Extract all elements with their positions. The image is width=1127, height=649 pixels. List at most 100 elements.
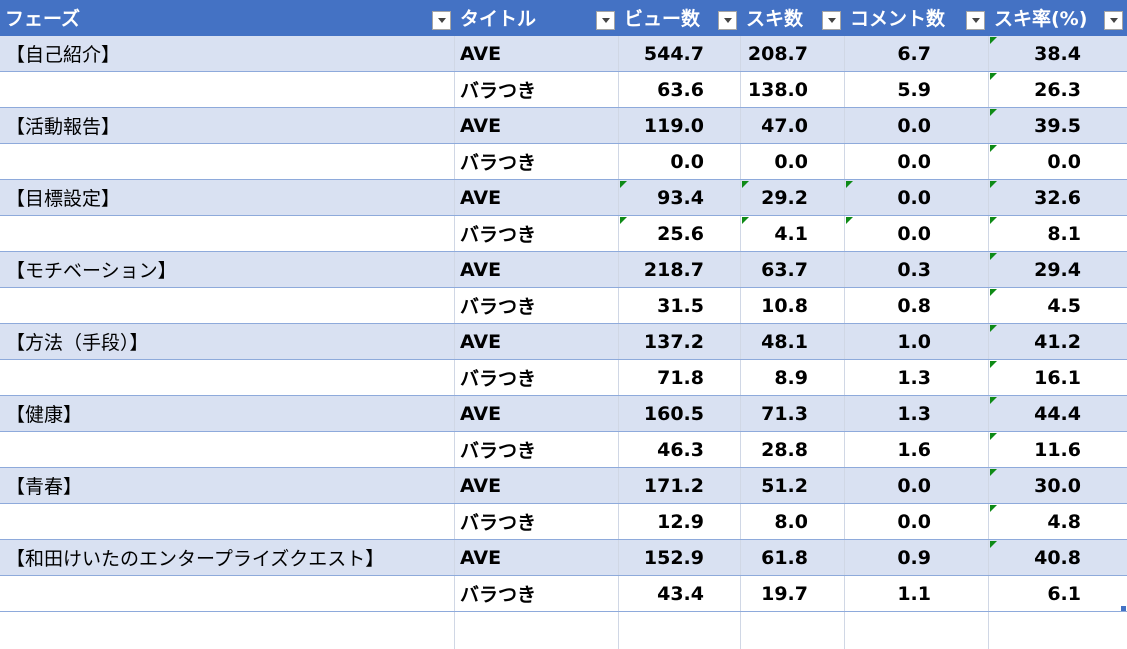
filter-dropdown-icon[interactable] [966, 11, 985, 30]
like-rate-cell[interactable]: 8.1 [989, 216, 1127, 251]
likes-cell[interactable]: 4.1 [741, 216, 845, 251]
title-cell[interactable]: バラつき [455, 576, 619, 611]
title-cell[interactable]: AVE [455, 36, 619, 71]
like-rate-cell[interactable]: 16.1 [989, 360, 1127, 395]
title-cell[interactable]: AVE [455, 252, 619, 287]
phase-cell[interactable]: 【活動報告】 [0, 108, 455, 143]
likes-cell[interactable]: 71.3 [741, 396, 845, 431]
phase-cell[interactable] [0, 72, 455, 107]
likes-cell[interactable]: 208.7 [741, 36, 845, 71]
views-cell[interactable]: 152.9 [619, 540, 741, 575]
header-phase[interactable]: フェーズ [0, 0, 455, 35]
filter-dropdown-icon[interactable] [822, 11, 841, 30]
comments-cell[interactable]: 0.0 [845, 180, 989, 215]
filter-dropdown-icon[interactable] [596, 11, 615, 30]
phase-cell[interactable]: 【健康】 [0, 396, 455, 431]
like-rate-cell[interactable]: 29.4 [989, 252, 1127, 287]
views-cell[interactable]: 46.3 [619, 432, 741, 467]
views-cell[interactable]: 63.6 [619, 72, 741, 107]
like-rate-cell[interactable]: 30.0 [989, 468, 1127, 503]
like-rate-cell[interactable]: 0.0 [989, 144, 1127, 179]
empty-cell[interactable] [845, 612, 989, 649]
header-comments[interactable]: コメント数 [845, 0, 989, 35]
filter-dropdown-icon[interactable] [432, 11, 451, 30]
comments-cell[interactable]: 0.0 [845, 216, 989, 251]
views-cell[interactable]: 12.9 [619, 504, 741, 539]
comments-cell[interactable]: 0.0 [845, 468, 989, 503]
header-like-rate[interactable]: スキ率(%) [989, 0, 1127, 35]
like-rate-cell[interactable]: 38.4 [989, 36, 1127, 71]
title-cell[interactable]: バラつき [455, 432, 619, 467]
phase-cell[interactable]: 【和田けいたのエンタープライズクエスト】 [0, 540, 455, 575]
comments-cell[interactable]: 0.0 [845, 108, 989, 143]
phase-cell[interactable] [0, 360, 455, 395]
filter-dropdown-icon[interactable] [718, 11, 737, 30]
title-cell[interactable]: バラつき [455, 144, 619, 179]
phase-cell[interactable] [0, 288, 455, 323]
phase-cell[interactable]: 【方法（手段）】 [0, 324, 455, 359]
comments-cell[interactable]: 5.9 [845, 72, 989, 107]
like-rate-cell[interactable]: 26.3 [989, 72, 1127, 107]
phase-cell[interactable] [0, 504, 455, 539]
like-rate-cell[interactable]: 4.5 [989, 288, 1127, 323]
title-cell[interactable]: AVE [455, 180, 619, 215]
empty-cell[interactable] [0, 612, 455, 649]
comments-cell[interactable]: 1.1 [845, 576, 989, 611]
comments-cell[interactable]: 1.0 [845, 324, 989, 359]
phase-cell[interactable]: 【青春】 [0, 468, 455, 503]
empty-cell[interactable] [989, 612, 1127, 649]
views-cell[interactable]: 25.6 [619, 216, 741, 251]
comments-cell[interactable]: 0.0 [845, 504, 989, 539]
views-cell[interactable]: 93.4 [619, 180, 741, 215]
phase-cell[interactable]: 【自己紹介】 [0, 36, 455, 71]
comments-cell[interactable]: 6.7 [845, 36, 989, 71]
likes-cell[interactable]: 48.1 [741, 324, 845, 359]
title-cell[interactable]: バラつき [455, 504, 619, 539]
phase-cell[interactable]: 【モチベーション】 [0, 252, 455, 287]
likes-cell[interactable]: 10.8 [741, 288, 845, 323]
comments-cell[interactable]: 1.6 [845, 432, 989, 467]
like-rate-cell[interactable]: 11.6 [989, 432, 1127, 467]
views-cell[interactable]: 171.2 [619, 468, 741, 503]
comments-cell[interactable]: 1.3 [845, 360, 989, 395]
title-cell[interactable]: AVE [455, 324, 619, 359]
like-rate-cell[interactable]: 39.5 [989, 108, 1127, 143]
views-cell[interactable]: 119.0 [619, 108, 741, 143]
comments-cell[interactable]: 0.8 [845, 288, 989, 323]
phase-cell[interactable]: 【目標設定】 [0, 180, 455, 215]
views-cell[interactable]: 0.0 [619, 144, 741, 179]
like-rate-cell[interactable]: 44.4 [989, 396, 1127, 431]
likes-cell[interactable]: 61.8 [741, 540, 845, 575]
title-cell[interactable]: AVE [455, 108, 619, 143]
views-cell[interactable]: 31.5 [619, 288, 741, 323]
empty-cell[interactable] [741, 612, 845, 649]
like-rate-cell[interactable]: 6.1 [989, 576, 1127, 611]
title-cell[interactable]: バラつき [455, 216, 619, 251]
phase-cell[interactable] [0, 144, 455, 179]
likes-cell[interactable]: 51.2 [741, 468, 845, 503]
empty-cell[interactable] [619, 612, 741, 649]
table-resize-handle[interactable] [1121, 606, 1126, 611]
title-cell[interactable]: バラつき [455, 288, 619, 323]
likes-cell[interactable]: 138.0 [741, 72, 845, 107]
phase-cell[interactable] [0, 216, 455, 251]
likes-cell[interactable]: 0.0 [741, 144, 845, 179]
title-cell[interactable]: バラつき [455, 360, 619, 395]
views-cell[interactable]: 43.4 [619, 576, 741, 611]
comments-cell[interactable]: 0.9 [845, 540, 989, 575]
like-rate-cell[interactable]: 40.8 [989, 540, 1127, 575]
views-cell[interactable]: 71.8 [619, 360, 741, 395]
views-cell[interactable]: 160.5 [619, 396, 741, 431]
like-rate-cell[interactable]: 4.8 [989, 504, 1127, 539]
header-views[interactable]: ビュー数 [619, 0, 741, 35]
title-cell[interactable]: AVE [455, 396, 619, 431]
header-likes[interactable]: スキ数 [741, 0, 845, 35]
like-rate-cell[interactable]: 41.2 [989, 324, 1127, 359]
comments-cell[interactable]: 1.3 [845, 396, 989, 431]
likes-cell[interactable]: 8.0 [741, 504, 845, 539]
title-cell[interactable]: バラつき [455, 72, 619, 107]
likes-cell[interactable]: 19.7 [741, 576, 845, 611]
likes-cell[interactable]: 47.0 [741, 108, 845, 143]
likes-cell[interactable]: 63.7 [741, 252, 845, 287]
like-rate-cell[interactable]: 32.6 [989, 180, 1127, 215]
